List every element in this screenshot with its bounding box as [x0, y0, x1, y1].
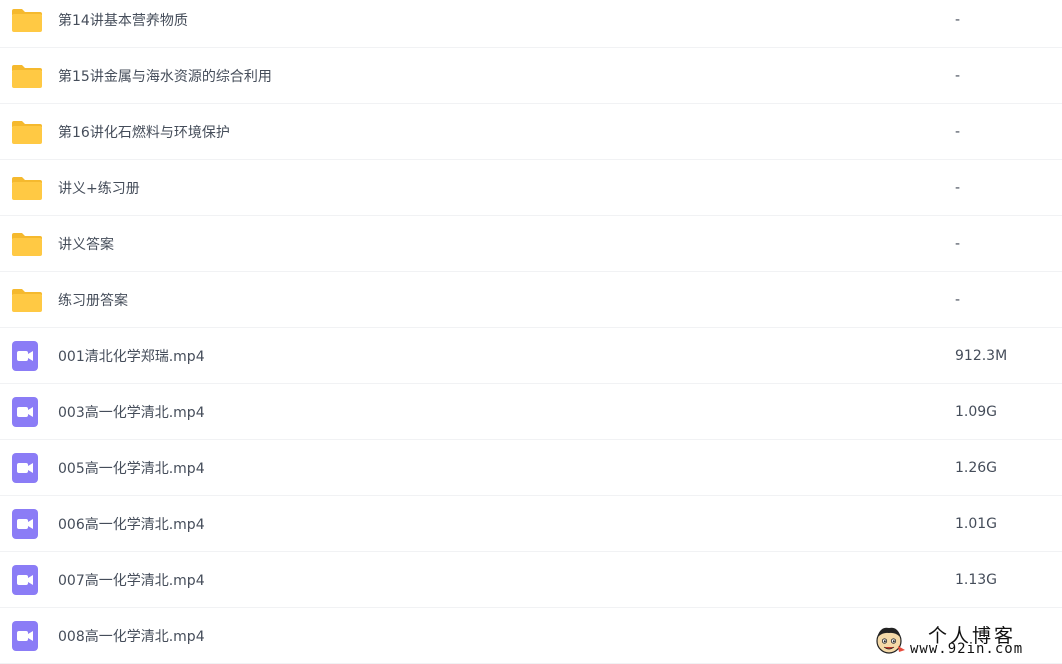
video-file-icon: [11, 564, 39, 596]
file-name[interactable]: 练习册答案: [58, 290, 128, 310]
file-size: 1.13G: [955, 571, 998, 588]
file-size: -: [955, 123, 961, 140]
file-name[interactable]: 讲义答案: [58, 234, 114, 254]
file-size: -: [955, 11, 961, 28]
folder-icon: [11, 63, 43, 89]
file-name[interactable]: 008高一化学清北.mp4: [58, 626, 205, 646]
file-row[interactable]: 003高一化学清北.mp4 1.09G: [0, 384, 1062, 440]
folder-row[interactable]: 讲义答案 -: [0, 216, 1062, 272]
file-name[interactable]: 第14讲基本营养物质: [58, 10, 188, 30]
folder-row[interactable]: 讲义+练习册 -: [0, 160, 1062, 216]
video-file-icon: [11, 340, 39, 372]
video-file-icon: [11, 620, 39, 652]
folder-icon: [11, 119, 43, 145]
folder-row[interactable]: 第16讲化石燃料与环境保护 -: [0, 104, 1062, 160]
file-name[interactable]: 007高一化学清北.mp4: [58, 570, 205, 590]
folder-row[interactable]: 第15讲金属与海水资源的综合利用 -: [0, 48, 1062, 104]
folder-row[interactable]: 第14讲基本营养物质 -: [0, 0, 1062, 48]
file-list: 第14讲基本营养物质 - 第15讲金属与海水资源的综合利用 - 第16讲化石燃料与环境保…: [0, 0, 1062, 664]
folder-icon: [11, 175, 43, 201]
cartoon-mascot-icon: [872, 624, 906, 662]
file-name[interactable]: 006高一化学清北.mp4: [58, 514, 205, 534]
file-name[interactable]: 005高一化学清北.mp4: [58, 458, 205, 478]
file-name[interactable]: 第16讲化石燃料与环境保护: [58, 122, 230, 142]
file-size: -: [955, 291, 961, 308]
folder-icon: [11, 7, 43, 33]
file-size: 1.26G: [955, 459, 998, 476]
file-name[interactable]: 第15讲金属与海水资源的综合利用: [58, 66, 272, 86]
file-name[interactable]: 讲义+练习册: [58, 178, 140, 198]
file-size: 1.09G: [955, 403, 998, 420]
video-file-icon: [11, 508, 39, 540]
file-row[interactable]: 005高一化学清北.mp4 1.26G: [0, 440, 1062, 496]
video-file-icon: [11, 452, 39, 484]
folder-row[interactable]: 练习册答案 -: [0, 272, 1062, 328]
file-size: -: [955, 179, 961, 196]
file-size: -: [955, 235, 961, 252]
file-name[interactable]: 001清北化学郑瑞.mp4: [58, 346, 205, 366]
file-row[interactable]: 006高一化学清北.mp4 1.01G: [0, 496, 1062, 552]
file-row[interactable]: 001清北化学郑瑞.mp4 912.3M: [0, 328, 1062, 384]
file-name[interactable]: 003高一化学清北.mp4: [58, 402, 205, 422]
video-file-icon: [11, 396, 39, 428]
watermark-url: www.92in.com: [910, 641, 1024, 657]
watermark: 个人博客 www.92in.com: [866, 620, 1062, 661]
file-size: 1.01G: [955, 515, 998, 532]
folder-icon: [11, 231, 43, 257]
folder-icon: [11, 287, 43, 313]
file-size: -: [955, 67, 961, 84]
file-size: 912.3M: [955, 347, 1008, 364]
file-row[interactable]: 007高一化学清北.mp4 1.13G: [0, 552, 1062, 608]
